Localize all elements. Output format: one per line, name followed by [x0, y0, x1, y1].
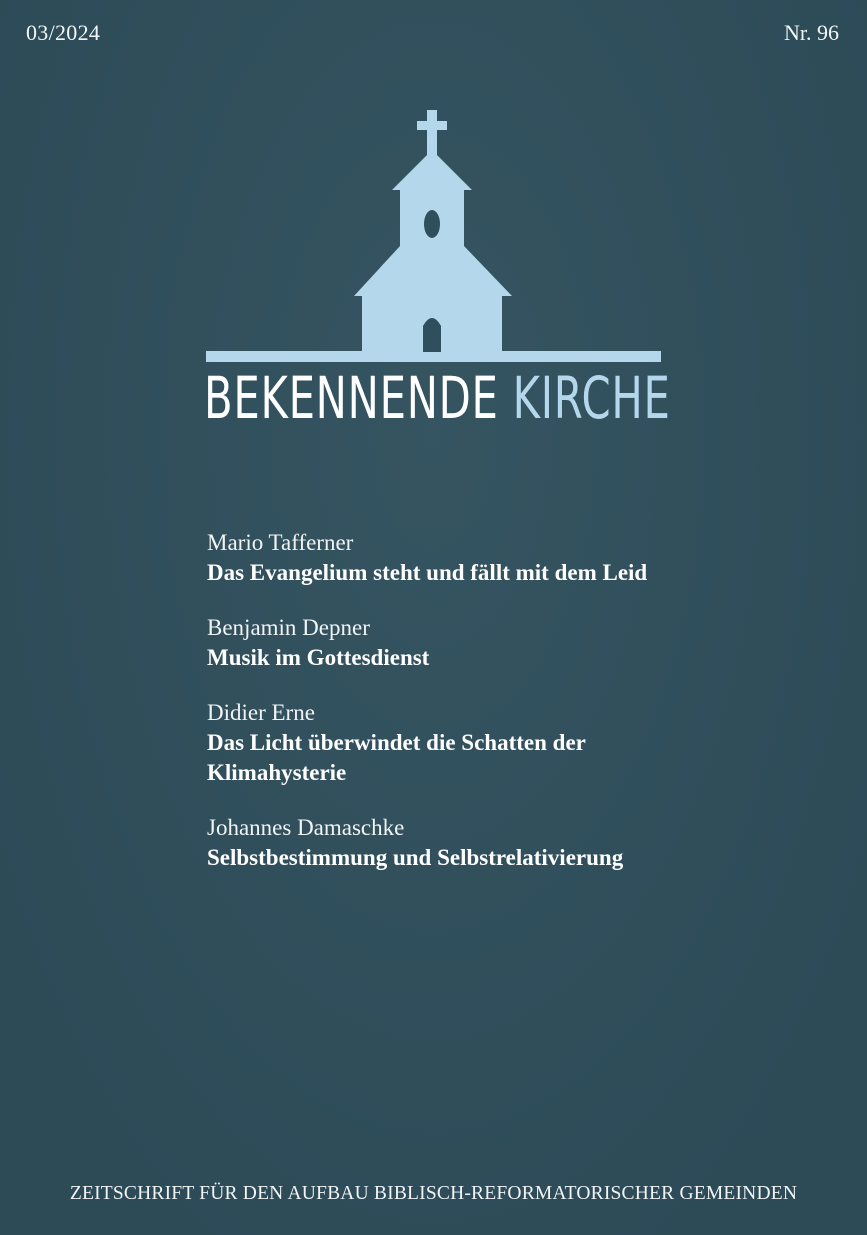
- church-door: [423, 318, 441, 352]
- article-title: Selbstbestimmung und Selbstrelativierung: [207, 845, 624, 870]
- steeple-roof: [392, 150, 472, 190]
- article-item: Benjamin Depner Musik im Gottesdienst: [207, 613, 827, 673]
- masthead-word-bekennende: BEKENNENDE: [204, 364, 499, 432]
- cross-vertical: [427, 110, 437, 156]
- issue-date: 03/2024: [26, 20, 101, 45]
- article-title: Das Evangelium steht und fällt mit dem L…: [207, 560, 648, 585]
- article-item: Mario Tafferner Das Evangelium steht und…: [207, 528, 827, 588]
- article-list: Mario Tafferner Das Evangelium steht und…: [207, 528, 827, 898]
- masthead-title: BEKENNENDE KIRCHE: [204, 358, 670, 438]
- article-title: Musik im Gottesdienst: [207, 645, 430, 670]
- nave-roof: [354, 246, 512, 296]
- tower-window: [424, 210, 440, 238]
- article-author: Benjamin Depner: [207, 615, 370, 640]
- article-item: Didier Erne Das Licht überwindet die Sch…: [207, 698, 827, 788]
- article-author: Didier Erne: [207, 700, 315, 725]
- church-icon: [206, 110, 661, 362]
- article-author: Johannes Damaschke: [207, 815, 405, 840]
- cross-horizontal: [417, 121, 447, 130]
- article-item: Johannes Damaschke Selbstbestimmung und …: [207, 813, 827, 873]
- article-author: Mario Tafferner: [207, 530, 354, 555]
- article-title: Das Licht überwindet die Schatten der Kl…: [207, 730, 586, 785]
- issue-number: Nr. 96: [784, 20, 839, 45]
- footer-tagline: ZEITSCHRIFT FÜR DEN AUFBAU BIBLISCH-REFO…: [69, 1183, 798, 1204]
- masthead-word-kirche: KIRCHE: [512, 364, 671, 432]
